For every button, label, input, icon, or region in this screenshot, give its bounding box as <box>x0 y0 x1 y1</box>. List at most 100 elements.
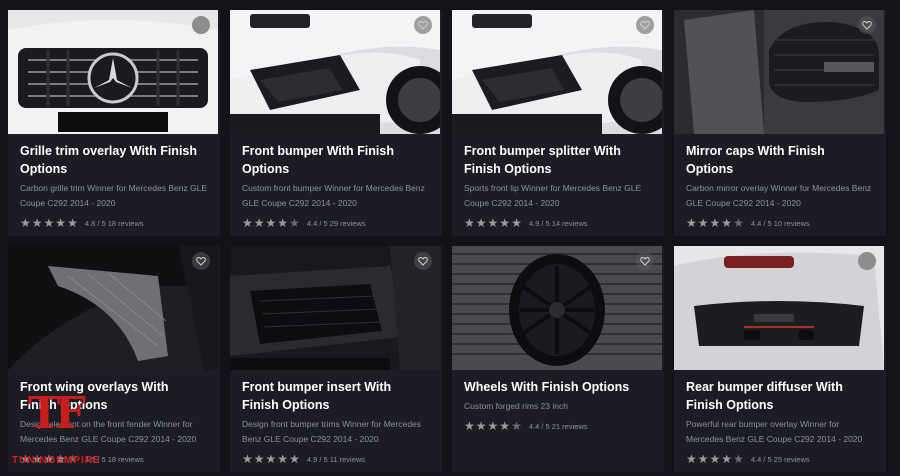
rating-stars: ★ ★ ★ ★ ★ <box>464 419 523 433</box>
star-icon: ★ <box>242 216 253 230</box>
wishlist-button[interactable] <box>414 252 432 270</box>
product-rating: ★ ★ ★ ★ ★ 4.8 / 5 18 reviews <box>20 216 208 230</box>
star-icon: ★ <box>487 419 499 433</box>
star-icon: ★ <box>721 452 733 466</box>
rating-stars: ★ ★ ★ ★ ★ <box>686 216 745 230</box>
star-icon: ★ <box>265 216 277 230</box>
star-icon: ★ <box>697 216 709 230</box>
star-half-icon: ★ <box>733 452 744 466</box>
rating-text: 4.4 / 5 10 reviews <box>750 218 810 228</box>
wishlist-button[interactable] <box>192 16 210 34</box>
tuningempire-logo: TF TUNINGEMPIRE <box>8 388 148 472</box>
star-icon: ★ <box>242 452 253 466</box>
star-icon: ★ <box>686 452 697 466</box>
product-rating: ★ ★ ★ ★ ★ 4.4 / 5 29 reviews <box>242 216 430 230</box>
star-icon: ★ <box>511 216 522 230</box>
heart-icon <box>862 20 872 30</box>
star-icon: ★ <box>253 452 265 466</box>
logo-name: TUNINGEMPIRE <box>12 455 101 466</box>
product-description: Design front bumper trims Winner for Mer… <box>242 419 422 444</box>
star-icon: ★ <box>721 216 733 230</box>
heart-icon <box>640 20 650 30</box>
product-rating: ★ ★ ★ ★ ★ 4.9 / 5 14 reviews <box>464 216 652 230</box>
insert-photo[interactable] <box>230 246 440 370</box>
heart-icon <box>196 256 206 266</box>
rating-stars: ★ ★ ★ ★ ★ <box>464 216 523 230</box>
product-title[interactable]: Front bumper insert With Finish Options <box>242 378 430 414</box>
product-description: Custom forged rims 23 inch <box>464 401 568 411</box>
rating-text: 4.9 / 5 14 reviews <box>528 218 588 228</box>
product-rating: ★ ★ ★ ★ ★ 4.4 / 5 10 reviews <box>686 216 874 230</box>
rating-text: 4.4 / 5 21 reviews <box>528 421 588 431</box>
star-icon: ★ <box>265 452 277 466</box>
wishlist-button[interactable] <box>858 16 876 34</box>
product-description: Custom front bumper Winner for Mercedes … <box>242 183 425 208</box>
grille-photo[interactable] <box>8 10 218 134</box>
rating-stars: ★ ★ ★ ★ ★ <box>20 216 79 230</box>
star-icon: ★ <box>67 216 78 230</box>
product-title[interactable]: Grille trim overlay With Finish Options <box>20 142 208 178</box>
product-title[interactable]: Rear bumper diffuser With Finish Options <box>686 378 874 414</box>
star-icon: ★ <box>499 216 511 230</box>
star-icon: ★ <box>464 216 475 230</box>
product-title[interactable]: Front bumper With Finish Options <box>242 142 430 178</box>
heart-icon <box>640 256 650 266</box>
splitter-photo[interactable] <box>452 10 662 134</box>
star-half-icon: ★ <box>289 216 300 230</box>
front-bumper-photo[interactable] <box>230 10 440 134</box>
rating-text: 4.8 / 5 18 reviews <box>84 218 144 228</box>
wing-photo[interactable] <box>8 246 218 370</box>
product-card[interactable]: Wheels With Finish Options Custom forged… <box>452 246 664 472</box>
star-icon: ★ <box>289 452 300 466</box>
product-description: Carbon mirror overlay Winner for Mercede… <box>686 183 872 208</box>
star-icon: ★ <box>475 216 487 230</box>
wishlist-button[interactable] <box>414 16 432 34</box>
star-half-icon: ★ <box>733 216 744 230</box>
product-title[interactable]: Wheels With Finish Options <box>464 378 652 396</box>
star-icon: ★ <box>464 419 475 433</box>
star-icon: ★ <box>20 216 31 230</box>
star-icon: ★ <box>253 216 265 230</box>
rating-stars: ★ ★ ★ ★ ★ <box>242 216 301 230</box>
wishlist-button[interactable] <box>636 16 654 34</box>
product-description: Powerful rear bumper overlay Winner for … <box>686 419 863 444</box>
rating-text: 4.9 / 5 11 reviews <box>306 454 366 464</box>
star-icon: ★ <box>487 216 499 230</box>
product-description: Carbon grille trim Winner for Mercedes B… <box>20 183 208 208</box>
wishlist-button[interactable] <box>636 252 654 270</box>
product-card[interactable]: Rear bumper diffuser With Finish Options… <box>674 246 886 472</box>
star-icon: ★ <box>277 452 289 466</box>
product-card[interactable]: Front bumper splitter With Finish Option… <box>452 10 664 236</box>
logo-mark: TF <box>28 388 86 439</box>
star-icon: ★ <box>55 216 67 230</box>
rating-text: 4.4 / 5 29 reviews <box>306 218 366 228</box>
heart-icon <box>418 256 428 266</box>
product-rating: ★ ★ ★ ★ ★ 4.4 / 5 25 reviews <box>686 452 874 466</box>
star-icon: ★ <box>475 419 487 433</box>
rating-text: 4.4 / 5 25 reviews <box>750 454 810 464</box>
mirror-photo[interactable] <box>674 10 884 134</box>
star-icon: ★ <box>709 216 721 230</box>
product-rating: ★ ★ ★ ★ ★ 4.9 / 5 11 reviews <box>242 452 430 466</box>
product-card[interactable]: Front bumper With Finish Options Custom … <box>230 10 442 236</box>
star-icon: ★ <box>43 216 55 230</box>
product-title[interactable]: Front bumper splitter With Finish Option… <box>464 142 652 178</box>
product-card[interactable]: Mirror caps With Finish Options Carbon m… <box>674 10 886 236</box>
rating-stars: ★ ★ ★ ★ ★ <box>686 452 745 466</box>
wheel-photo[interactable] <box>452 246 662 370</box>
diffuser-photo[interactable] <box>674 246 884 370</box>
heart-icon <box>418 20 428 30</box>
star-icon: ★ <box>277 216 289 230</box>
product-title[interactable]: Mirror caps With Finish Options <box>686 142 874 178</box>
product-description: Sports front lip Winner for Mercedes Ben… <box>464 183 642 208</box>
wishlist-button[interactable] <box>192 252 210 270</box>
star-half-icon: ★ <box>511 419 522 433</box>
star-icon: ★ <box>709 452 721 466</box>
rating-stars: ★ ★ ★ ★ ★ <box>242 452 301 466</box>
wishlist-button[interactable] <box>858 252 876 270</box>
product-card[interactable]: Grille trim overlay With Finish Options … <box>8 10 220 236</box>
product-card[interactable]: Front bumper insert With Finish Options … <box>230 246 442 472</box>
star-icon: ★ <box>697 452 709 466</box>
star-icon: ★ <box>686 216 697 230</box>
star-icon: ★ <box>31 216 43 230</box>
